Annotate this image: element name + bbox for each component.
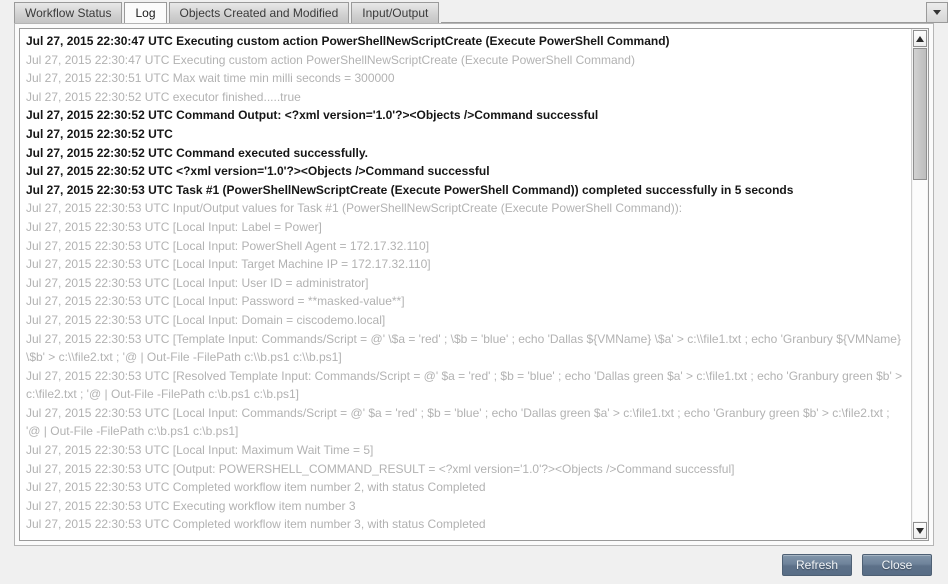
log-line: Jul 27, 2015 22:30:52 UTC [26, 126, 173, 141]
log-line: Jul 27, 2015 22:30:53 UTC Input/Output v… [26, 201, 683, 216]
chevron-down-icon [933, 10, 941, 15]
tab-label: Input/Output [362, 6, 429, 20]
log-line: Jul 27, 2015 22:30:53 UTC Completed work… [26, 480, 486, 495]
tab-bar: Workflow Status Log Objects Created and … [0, 0, 948, 23]
tab-overflow-button[interactable] [926, 2, 948, 23]
tab-label: Objects Created and Modified [179, 6, 339, 20]
log-line: Jul 27, 2015 22:30:53 UTC [Local Input: … [26, 443, 374, 458]
log-line: Jul 27, 2015 22:30:53 UTC [Local Input: … [26, 294, 405, 309]
triangle-down-icon [916, 527, 924, 534]
footer-button-bar: Refresh Close [0, 546, 948, 584]
log-line: Jul 27, 2015 22:30:53 UTC [Local Input: … [26, 238, 430, 253]
log-panel: Jul 27, 2015 22:30:47 UTC Executing cust… [14, 23, 934, 546]
scrollbar-track[interactable] [913, 48, 927, 521]
log-line: Jul 27, 2015 22:30:53 UTC [Local Input: … [26, 275, 369, 290]
triangle-up-icon [916, 35, 924, 42]
log-text-area[interactable]: Jul 27, 2015 22:30:47 UTC Executing cust… [20, 29, 911, 540]
log-line: Jul 27, 2015 22:30:47 UTC Executing cust… [26, 34, 670, 48]
tab-input-output[interactable]: Input/Output [351, 2, 440, 23]
tab-objects-created-and-modified[interactable]: Objects Created and Modified [168, 2, 350, 23]
workflow-log-window: Workflow Status Log Objects Created and … [0, 0, 948, 584]
log-line: Jul 27, 2015 22:30:52 UTC Command execut… [26, 145, 368, 160]
tab-label: Log [135, 6, 156, 20]
log-viewport: Jul 27, 2015 22:30:47 UTC Executing cust… [19, 28, 929, 541]
log-line: Jul 27, 2015 22:30:53 UTC [Resolved Temp… [26, 368, 903, 402]
tab-label: Workflow Status [25, 6, 112, 20]
log-line: Jul 27, 2015 22:30:52 UTC executor finis… [26, 89, 301, 104]
scroll-down-button[interactable] [913, 522, 927, 539]
tab-log[interactable]: Log [124, 2, 167, 23]
log-line: Jul 27, 2015 22:30:53 UTC Executing work… [26, 498, 356, 513]
log-line: Jul 27, 2015 22:30:53 UTC [Local Input: … [26, 312, 386, 327]
log-line: Jul 27, 2015 22:30:53 UTC [Local Input: … [26, 219, 322, 234]
log-line: Jul 27, 2015 22:30:51 UTC Max wait time … [26, 71, 395, 86]
log-line: Jul 27, 2015 22:30:53 UTC [Local Input: … [26, 257, 431, 272]
log-line: Jul 27, 2015 22:30:52 UTC Command Output… [26, 108, 599, 123]
log-line: Jul 27, 2015 22:30:52 UTC <?xml version=… [26, 164, 490, 179]
log-line: Jul 27, 2015 22:30:53 UTC [Output: POWER… [26, 461, 735, 476]
tab-bar-filler [441, 1, 926, 23]
log-line: Jul 27, 2015 22:30:47 UTC Executing cust… [26, 52, 635, 67]
scroll-up-button[interactable] [913, 30, 927, 47]
log-line: Jul 27, 2015 22:30:53 UTC [Template Inpu… [26, 331, 901, 365]
scrollbar-thumb[interactable] [913, 48, 927, 181]
tab-workflow-status[interactable]: Workflow Status [14, 2, 123, 23]
refresh-button[interactable]: Refresh [782, 554, 852, 576]
log-line: Jul 27, 2015 22:30:53 UTC Completed work… [26, 517, 486, 532]
close-button[interactable]: Close [862, 554, 932, 576]
log-line: Jul 27, 2015 22:30:53 UTC [Local Input: … [26, 405, 890, 439]
log-vertical-scrollbar[interactable] [911, 29, 928, 540]
log-line: Jul 27, 2015 22:30:53 UTC Task #1 (Power… [26, 182, 794, 197]
